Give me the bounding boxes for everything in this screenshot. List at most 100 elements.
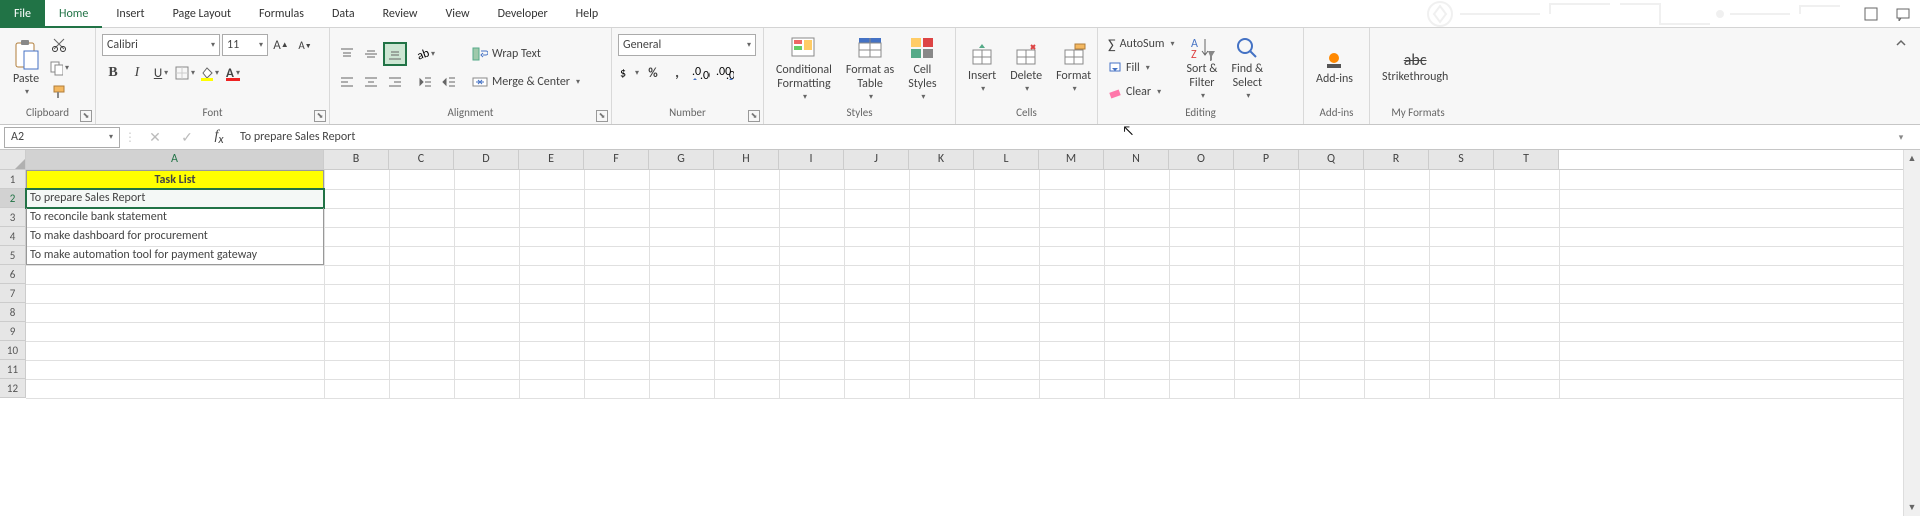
cell-A5[interactable]: To make automation tool for payment gate… [26,246,324,265]
borders-button[interactable]: ▾ [174,62,196,84]
row-header-3[interactable]: 3 [0,208,26,227]
decrease-indent-button[interactable] [414,71,436,93]
percent-format-button[interactable]: % [642,62,664,84]
decrease-decimal-button[interactable]: .00.0 [714,62,736,84]
copy-button[interactable]: ▾ [48,57,70,79]
column-header-R[interactable]: R [1364,150,1429,169]
column-header-O[interactable]: O [1169,150,1234,169]
addins-button[interactable]: Add-ins [1310,47,1359,88]
cell-A2[interactable]: To prepare Sales Report [26,189,324,208]
column-header-I[interactable]: I [779,150,844,169]
cell-A1[interactable]: Task List [26,170,324,189]
align-left-button[interactable] [336,71,358,93]
number-dialog-launcher[interactable]: ⬊ [748,110,760,122]
comma-format-button[interactable]: , [666,62,688,84]
merge-center-button[interactable]: Merge & Center▾ [468,71,584,93]
scroll-up-button[interactable]: ▲ [1904,150,1920,167]
column-header-D[interactable]: D [454,150,519,169]
row-header-9[interactable]: 9 [0,322,26,341]
find-select-button[interactable]: Find & Select▾ [1225,33,1269,102]
column-header-B[interactable]: B [324,150,389,169]
expand-formula-bar-button[interactable]: ▾ [1890,126,1912,148]
row-header-11[interactable]: 11 [0,360,26,379]
number-format-selector[interactable]: General▾ [618,34,756,56]
column-header-L[interactable]: L [974,150,1039,169]
insert-function-button[interactable]: fx [208,126,230,148]
format-as-table-button[interactable]: Format as Table▾ [840,32,900,103]
paste-button[interactable]: Paste ▾ [6,37,46,99]
row-header-1[interactable]: 1 [0,170,26,189]
row-header-12[interactable]: 12 [0,379,26,398]
tab-data[interactable]: Data [318,0,369,28]
strikethrough-button[interactable]: abcStrikethrough [1376,50,1454,87]
column-header-A[interactable]: A [26,150,324,169]
scroll-down-button[interactable]: ▼ [1904,499,1920,516]
tab-view[interactable]: View [432,0,484,28]
column-header-T[interactable]: T [1494,150,1559,169]
column-header-P[interactable]: P [1234,150,1299,169]
row-header-7[interactable]: 7 [0,284,26,303]
delete-cells-button[interactable]: Delete▾ [1004,40,1048,96]
comments-icon[interactable] [1892,3,1914,25]
align-right-button[interactable] [384,71,406,93]
ribbon-display-icon[interactable] [1860,3,1882,25]
collapse-ribbon-button[interactable] [1890,32,1912,54]
fill-button[interactable]: Fill▾ [1104,57,1178,79]
fill-color-button[interactable]: ▾ [198,62,220,84]
clipboard-dialog-launcher[interactable]: ⬊ [80,110,92,122]
enter-formula-button[interactable]: ✓ [176,126,198,148]
row-header-8[interactable]: 8 [0,303,26,322]
italic-button[interactable]: I [126,62,148,84]
tab-page-layout[interactable]: Page Layout [159,0,245,28]
column-header-K[interactable]: K [909,150,974,169]
format-painter-button[interactable] [48,81,70,103]
tab-home[interactable]: Home [45,0,102,28]
wrap-text-button[interactable]: Wrap Text [468,43,584,65]
sort-filter-button[interactable]: AZSort & Filter▾ [1180,33,1223,102]
column-header-J[interactable]: J [844,150,909,169]
tab-insert[interactable]: Insert [102,0,158,28]
tab-file[interactable]: File [0,0,45,28]
decrease-font-button[interactable]: A▼ [294,34,316,56]
tab-help[interactable]: Help [562,0,613,28]
font-size-selector[interactable]: 11▾ [222,34,268,56]
increase-decimal-button[interactable]: .0.00 [690,62,712,84]
orientation-button[interactable]: ab▾ [414,43,436,65]
column-header-G[interactable]: G [649,150,714,169]
column-header-N[interactable]: N [1104,150,1169,169]
cancel-formula-button[interactable]: ✕ [144,126,166,148]
tab-developer[interactable]: Developer [484,0,562,28]
row-header-10[interactable]: 10 [0,341,26,360]
select-all-corner[interactable] [0,150,26,169]
align-bottom-button[interactable] [384,43,406,65]
bold-button[interactable]: B [102,62,124,84]
underline-button[interactable]: U▾ [150,62,172,84]
clear-button[interactable]: Clear▾ [1104,81,1178,103]
align-middle-button[interactable] [360,43,382,65]
cell-A3[interactable]: To reconcile bank statement [26,208,324,227]
tab-review[interactable]: Review [369,0,432,28]
row-header-4[interactable]: 4 [0,227,26,246]
alignment-dialog-launcher[interactable]: ⬊ [596,110,608,122]
conditional-formatting-button[interactable]: Conditional Formatting▾ [770,32,838,103]
column-header-S[interactable]: S [1429,150,1494,169]
formula-input[interactable]: To prepare Sales Report [240,130,1880,144]
increase-indent-button[interactable] [438,71,460,93]
font-dialog-launcher[interactable]: ⬊ [314,110,326,122]
row-header-2[interactable]: 2 [0,189,26,208]
tab-formulas[interactable]: Formulas [245,0,318,28]
column-header-E[interactable]: E [519,150,584,169]
cut-button[interactable] [48,33,70,55]
column-header-F[interactable]: F [584,150,649,169]
row-header-6[interactable]: 6 [0,265,26,284]
row-header-5[interactable]: 5 [0,246,26,265]
column-header-Q[interactable]: Q [1299,150,1364,169]
cell-styles-button[interactable]: Cell Styles▾ [902,32,942,103]
font-name-selector[interactable]: Calibri▾ [102,34,220,56]
vertical-scrollbar[interactable]: ▲ ▼ [1903,150,1920,516]
align-center-button[interactable] [360,71,382,93]
align-top-button[interactable] [336,43,358,65]
column-header-M[interactable]: M [1039,150,1104,169]
increase-font-button[interactable]: A▲ [270,34,292,56]
cell-A4[interactable]: To make dashboard for procurement [26,227,324,246]
